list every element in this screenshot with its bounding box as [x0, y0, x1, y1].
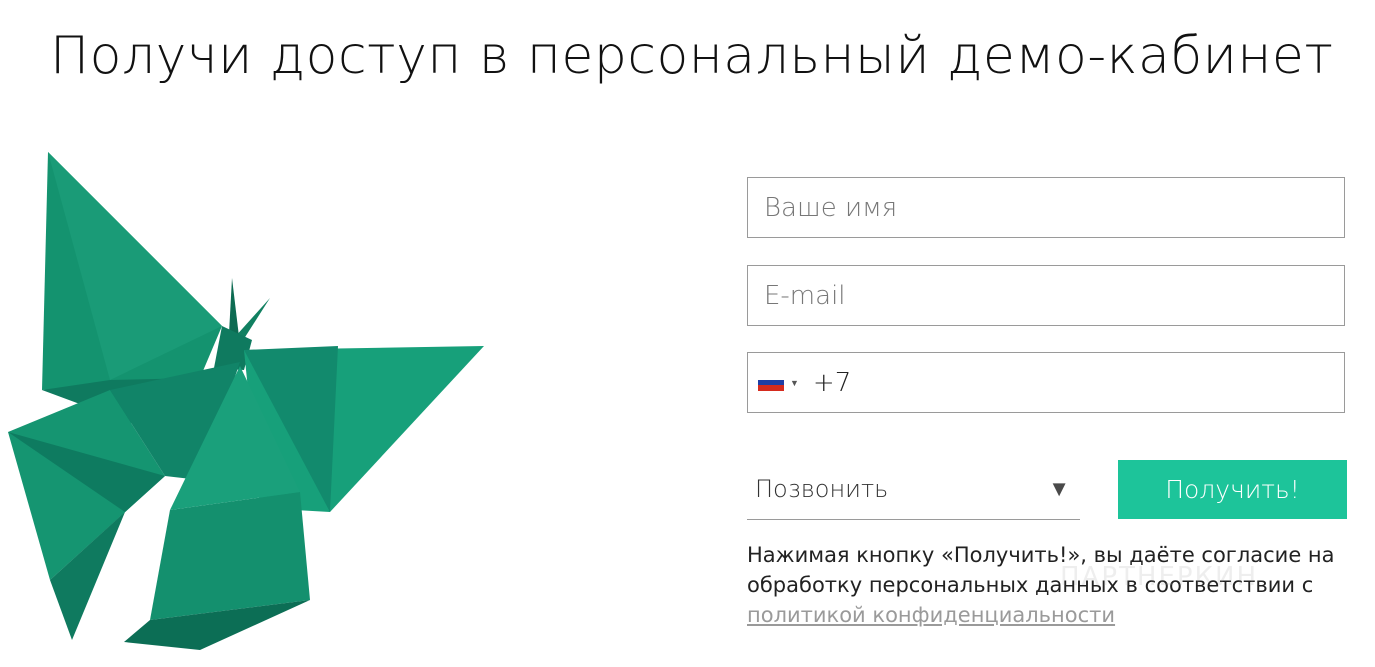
- consent-text-body: Нажимая кнопку «Получить!», вы даёте сог…: [747, 543, 1335, 597]
- caret-down-icon: ▼: [790, 377, 799, 388]
- contact-method-select[interactable]: Позвонить ▼: [747, 458, 1080, 520]
- name-input[interactable]: [748, 178, 1344, 237]
- phone-field[interactable]: ▼: [747, 352, 1345, 413]
- privacy-policy-link[interactable]: политикой конфиденциальности: [747, 603, 1115, 627]
- phone-input[interactable]: [798, 353, 1344, 412]
- email-field[interactable]: [747, 265, 1345, 326]
- russia-flag-icon: [758, 374, 784, 392]
- page-title: Получи доступ в персональный демо-кабине…: [50, 26, 1334, 86]
- name-field[interactable]: [747, 177, 1345, 238]
- country-code-dropdown[interactable]: ▼: [758, 353, 799, 412]
- origami-butterfly-illustration: [8, 152, 484, 650]
- contact-method-value: Позвонить: [755, 474, 889, 503]
- consent-text: Нажимая кнопку «Получить!», вы даёте сог…: [747, 540, 1347, 630]
- triangle-down-icon: ▼: [1048, 475, 1070, 501]
- submit-button[interactable]: Получить!: [1118, 460, 1347, 519]
- email-input[interactable]: [748, 266, 1344, 325]
